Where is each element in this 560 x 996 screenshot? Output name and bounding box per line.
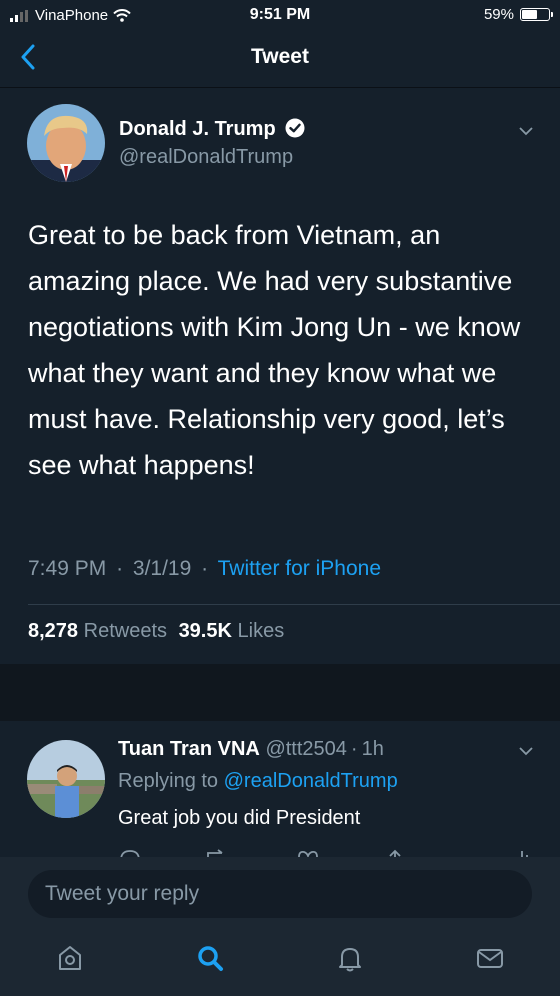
author-handle[interactable]: @realDonaldTrump [119,146,293,169]
tweet-date: 3/1/19 [132,557,192,580]
reply-author-handle[interactable]: @ttt2504 [265,738,346,760]
reply-author-name[interactable]: Tuan Tran VNA [118,738,260,760]
avatar-image [27,104,105,182]
nav-bar: Tweet [0,30,560,88]
reply-chevron-down-icon[interactable] [518,746,534,756]
tweet-time: 7:49 PM [28,557,107,580]
reply-input[interactable]: Tweet your reply [28,870,532,918]
reply-tweet[interactable]: Tuan Tran VNA @ttt2504 · 1h Replying to @r… [0,721,560,857]
reply-time: 1h [361,738,384,760]
battery-fill [522,10,537,19]
meta-separator-2: · [201,557,209,580]
retweets-stat[interactable]: 8,278 Retweets [28,620,167,642]
author-name-text: Donald J. Trump [119,118,276,140]
replying-to: Replying to @realDonaldTrump [118,770,398,793]
notifications-icon[interactable] [335,943,365,973]
battery-percent: 59% [483,6,514,23]
status-right: 59% [483,6,553,23]
replying-to-handle[interactable]: @realDonaldTrump [224,770,398,792]
likes-label: Likes [237,620,285,642]
replying-to-label: Replying to [118,770,219,792]
search-icon[interactable] [195,943,225,973]
meta-separator: · [116,557,124,580]
status-bar: VinaPhone 9:51 PM 59% [0,0,560,30]
reply-separator: · [350,738,358,760]
main-tweet: Donald J. Trump @realDonaldTrump Great t… [0,88,560,664]
reply-avatar-image [27,740,105,818]
verified-badge-icon [285,118,305,138]
page-title: Tweet [251,45,309,68]
likes-stat[interactable]: 39.5K Likes [179,620,285,642]
tweet-source-link[interactable]: Twitter for iPhone [218,557,381,580]
messages-icon[interactable] [475,943,505,973]
author-avatar[interactable] [27,104,105,182]
divider [28,604,560,605]
tweet-text: Great to be back from Vietnam, an amazin… [28,220,521,480]
author-name[interactable]: Donald J. Trump [119,118,305,141]
status-time: 9:51 PM [249,6,311,23]
retweets-label: Retweets [83,620,167,642]
retweets-count: 8,278 [28,620,79,642]
likes-count: 39.5K [178,620,232,642]
reply-text: Great job you did President [118,807,361,829]
reply-header: Tuan Tran VNA @ttt2504 · 1h [118,738,384,761]
tweet-stats: 8,278 Retweets 39.5K Likes [28,620,284,643]
bottom-panel: Tweet your reply [0,857,560,996]
reply-avatar[interactable] [27,740,105,818]
chevron-down-icon[interactable] [518,126,534,136]
tweet-meta: 7:49 PM · 3/1/19 · Twitter for iPhone [28,557,381,581]
section-gap [0,664,560,721]
battery-icon [520,8,553,21]
home-icon[interactable] [55,943,85,973]
